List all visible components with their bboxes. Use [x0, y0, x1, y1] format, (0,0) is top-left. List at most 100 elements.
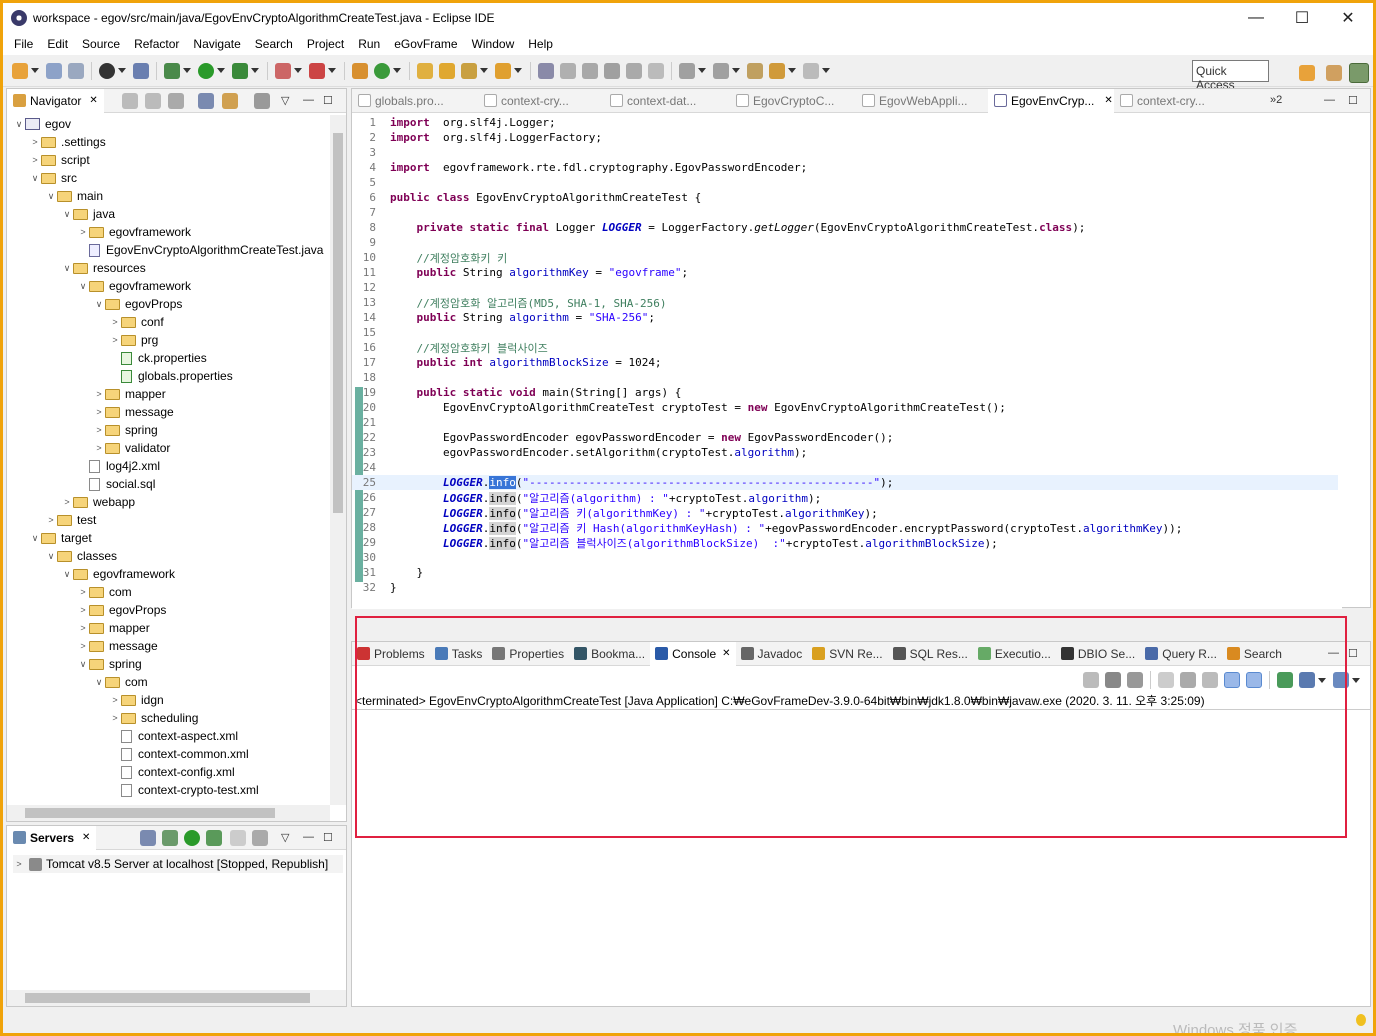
tree-item[interactable]: context-common.xml [109, 745, 249, 763]
show-stdout-icon[interactable] [1224, 672, 1240, 688]
tab-navigator[interactable]: Navigator ✕ [7, 88, 104, 113]
navigator-vscroll[interactable] [330, 115, 346, 805]
chevron-right-icon[interactable]: > [93, 407, 105, 417]
toggle-mark-icon[interactable] [538, 62, 554, 79]
debug-icon[interactable] [164, 62, 180, 79]
new-java-project-icon[interactable] [352, 62, 368, 79]
run-dropdown-icon[interactable] [217, 68, 225, 73]
menu-source[interactable]: Source [75, 37, 127, 51]
code-line[interactable]: 22 EgovPasswordEncoder egovPasswordEncod… [352, 430, 1338, 445]
debug-run-dropdown-icon[interactable] [183, 68, 191, 73]
editor-vscroll[interactable] [1342, 115, 1358, 593]
tree-item[interactable]: ∨ egovframework [61, 565, 175, 583]
bottom-tab[interactable]: DBIO Se... [1056, 642, 1140, 666]
editor-tab[interactable]: context-dat... [604, 89, 730, 113]
egovframe-perspective-icon[interactable] [1349, 63, 1369, 83]
back-dropdown-icon[interactable] [788, 68, 796, 73]
link-icon[interactable] [582, 62, 598, 79]
back-icon[interactable] [769, 62, 785, 79]
chevron-down-icon[interactable]: ∨ [29, 173, 41, 184]
code-line[interactable]: 21 [352, 415, 1338, 430]
maximize-editor-icon[interactable]: ☐ [1348, 94, 1358, 107]
chevron-right-icon[interactable]: > [77, 227, 89, 237]
editor-tab[interactable]: context-cry... [478, 89, 604, 113]
external-tools-icon[interactable] [309, 62, 325, 79]
chevron-down-icon[interactable]: ∨ [77, 281, 89, 292]
chevron-right-icon[interactable]: > [109, 695, 121, 705]
console-hscroll[interactable] [352, 990, 1354, 1006]
back-nav-icon[interactable] [122, 93, 138, 109]
bottom-tab[interactable]: Problems [352, 642, 430, 666]
remove-all-icon[interactable] [1127, 672, 1143, 688]
start-server-icon[interactable] [184, 830, 200, 846]
tree-item[interactable]: log4j2.xml [77, 457, 160, 475]
code-line[interactable]: 12 [352, 280, 1338, 295]
bottom-tab[interactable]: Query R... [1140, 642, 1222, 666]
forward-dropdown-icon[interactable] [822, 68, 830, 73]
tree-item[interactable]: ∨ egovframework [77, 277, 191, 295]
tree-item[interactable]: ∨ spring [77, 655, 142, 673]
terminal-icon[interactable] [133, 62, 149, 79]
terminate-icon[interactable] [1083, 672, 1099, 688]
editor-tab[interactable]: globals.pro... [352, 89, 478, 113]
bottom-tab[interactable]: SQL Res... [888, 642, 973, 666]
tree-item[interactable]: > .settings [29, 133, 105, 151]
collapse-icon[interactable] [140, 830, 156, 846]
tree-item[interactable]: > mapper [93, 385, 165, 403]
tree-item[interactable]: > test [45, 511, 96, 529]
chevron-down-icon[interactable]: ∨ [61, 569, 73, 580]
code-line[interactable]: 25 LOGGER.info("------------------------… [352, 475, 1338, 490]
folder-dropdown-icon[interactable] [514, 68, 522, 73]
code-line[interactable]: 26 LOGGER.info("알고리즘(algorithm) : "+cryp… [352, 490, 1338, 505]
maximize-view-icon[interactable]: ☐ [323, 831, 333, 844]
chevron-down-icon[interactable]: ∨ [93, 299, 105, 310]
chevron-right-icon[interactable]: > [29, 155, 41, 165]
hscroll-thumb[interactable] [25, 808, 275, 818]
tree-item[interactable]: ∨ egov [13, 115, 71, 133]
chevron-right-icon[interactable]: > [77, 587, 89, 597]
open-console-icon[interactable] [1333, 672, 1349, 688]
view-menu-icon[interactable]: ▽ [281, 94, 289, 107]
up-nav-icon[interactable] [168, 93, 184, 109]
new-dropdown-icon[interactable] [31, 68, 39, 73]
show-stderr-icon[interactable] [1246, 672, 1262, 688]
bottom-tab[interactable]: Executio... [973, 642, 1056, 666]
view-menu-icon[interactable]: ▽ [281, 831, 289, 844]
open-folder-icon[interactable] [495, 62, 511, 79]
chevron-right-icon[interactable]: > [29, 137, 41, 147]
chevron-right-icon[interactable]: > [61, 497, 73, 507]
stop-server-icon[interactable] [230, 830, 246, 846]
pencil-icon[interactable] [560, 62, 576, 79]
code-line[interactable]: 10 //계정암호화키 키 [352, 250, 1338, 265]
bottom-tab[interactable]: SVN Re... [807, 642, 887, 666]
clear-console-icon[interactable] [1158, 672, 1174, 688]
menu-window[interactable]: Window [465, 37, 522, 51]
chevron-down-icon[interactable]: ∨ [45, 191, 57, 202]
tree-item[interactable]: ck.properties [109, 349, 207, 367]
last-edit-icon[interactable] [747, 62, 763, 79]
chevron-right-icon[interactable]: > [45, 515, 57, 525]
menu-help[interactable]: Help [521, 37, 560, 51]
code-line[interactable]: 15 [352, 325, 1338, 340]
external-dropdown-icon[interactable] [328, 68, 336, 73]
display-console-dropdown-icon[interactable] [1318, 677, 1326, 683]
code-line[interactable]: 11 public String algorithmKey = "egovfra… [352, 265, 1338, 280]
code-line[interactable]: 8 private static final Logger LOGGER = L… [352, 220, 1338, 235]
code-line[interactable]: 29 LOGGER.info("알고리즘 블럭사이즈(algorithmBloc… [352, 535, 1338, 550]
tree-item[interactable]: ∨ classes [45, 547, 117, 565]
chevron-right-icon[interactable]: > [77, 605, 89, 615]
chevron-right-icon[interactable]: > [93, 389, 105, 399]
next-annotation-icon[interactable] [679, 62, 695, 79]
tree-item[interactable]: > conf [109, 313, 163, 331]
word-wrap-icon[interactable] [626, 62, 642, 79]
forward-nav-icon[interactable] [145, 93, 161, 109]
code-line[interactable]: 6 public class EgovEnvCryptoAlgorithmCrea… [352, 190, 1338, 205]
tree-item[interactable]: > validator [93, 439, 170, 457]
tree-item[interactable]: > mapper [77, 619, 149, 637]
run-icon[interactable] [198, 62, 214, 79]
menu-file[interactable]: File [7, 37, 40, 51]
menu-project[interactable]: Project [300, 37, 351, 51]
prev-annotation-icon[interactable] [713, 62, 729, 79]
tree-item[interactable]: > egovframework [77, 223, 191, 241]
tree-item[interactable]: > message [93, 403, 173, 421]
